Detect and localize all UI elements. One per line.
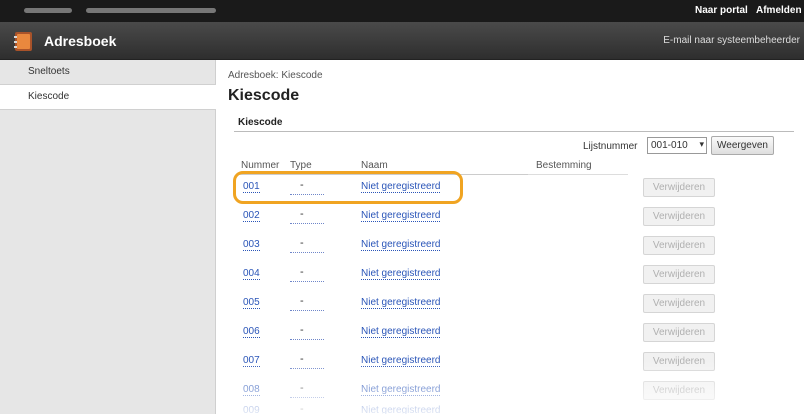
row-type: - [300,208,304,220]
column-header-destination: Bestemming [536,160,592,171]
row-type-underline [290,397,324,398]
breadcrumb: Adresboek: Kiescode [228,70,323,81]
row-type: - [300,237,304,249]
row-type-underline [290,339,324,340]
row-number-link[interactable]: 004 [243,268,260,280]
row-name-link[interactable]: Niet geregistreerd [361,405,440,414]
table-row: 005 - Niet geregistreerd Verwijderen [216,289,804,318]
address-book-icon [14,32,32,51]
row-number-link[interactable]: 006 [243,326,260,338]
sidebar-item-label: Kiescode [28,91,70,102]
highlight-callout [233,171,463,204]
delete-button[interactable]: Verwijderen [643,381,715,400]
portal-link[interactable]: Naar portal [695,5,748,16]
chevron-down-icon: ▾ [699,139,704,149]
row-name-link[interactable]: Niet geregistreerd [361,210,441,222]
list-number-value: 001-010 [651,140,688,151]
list-number-select[interactable]: 001-010 ▾ [647,137,707,154]
row-number-link[interactable]: 009 [243,405,260,414]
delete-button[interactable]: Verwijderen [643,323,715,342]
row-type-underline [290,310,324,311]
delete-button[interactable]: Verwijderen [643,352,715,371]
app-header: Adresboek E-mail naar systeembeheerder [0,22,804,60]
top-bar: Naar portal Afmelden [0,0,804,22]
delete-button[interactable]: Verwijderen [643,207,715,226]
logout-link[interactable]: Afmelden [756,5,802,16]
mail-admin-link[interactable]: E-mail naar systeembeheerder [663,35,800,46]
row-number-link[interactable]: 008 [243,384,260,396]
list-number-label: Lijstnummer [583,141,638,152]
row-number-link[interactable]: 005 [243,297,260,309]
sidebar-item-label: Sneltoets [28,66,70,77]
row-type-underline [290,223,324,224]
row-number-link[interactable]: 002 [243,210,260,222]
sidebar-item-snelltoets[interactable]: Sneltoets [0,60,216,85]
page-title: Kiescode [228,87,300,104]
row-number-link[interactable]: 007 [243,355,260,367]
delete-button[interactable]: Verwijderen [643,265,715,284]
blurred-text [86,8,216,13]
table-row: 004 - Niet geregistreerd Verwijderen [216,260,804,289]
table-row: 007 - Niet geregistreerd Verwijderen [216,347,804,376]
blurred-text [24,8,72,13]
table-row: 002 - Niet geregistreerd Verwijderen [216,202,804,231]
table-row: 003 - Niet geregistreerd Verwijderen [216,231,804,260]
show-button[interactable]: Weergeven [711,136,774,155]
row-name-link[interactable]: Niet geregistreerd [361,268,441,280]
table-row: 009 - Niet geregistreerd [216,402,804,414]
delete-button[interactable]: Verwijderen [643,294,715,313]
row-name-link[interactable]: Niet geregistreerd [361,355,441,367]
delete-button[interactable]: Verwijderen [643,236,715,255]
row-name-link[interactable]: Niet geregistreerd [361,297,441,309]
row-name-link[interactable]: Niet geregistreerd [361,239,441,251]
table-row: 008 - Niet geregistreerd Verwijderen [216,376,804,405]
table-row: 006 - Niet geregistreerd Verwijderen [216,318,804,347]
row-type: - [300,295,304,307]
delete-button[interactable]: Verwijderen [643,178,715,197]
row-type: - [300,353,304,365]
main-content: Adresboek: Kiescode Kiescode Kiescode Li… [216,60,804,414]
row-name-link[interactable]: Niet geregistreerd [361,384,441,396]
row-type-underline [290,281,324,282]
row-type: - [300,382,304,394]
sidebar-item-kiescode[interactable]: Kiescode [0,85,216,110]
row-type: - [300,324,304,336]
row-number-link[interactable]: 003 [243,239,260,251]
row-type-underline [290,368,324,369]
section-header: Kiescode [234,115,794,132]
sidebar: Sneltoets Kiescode [0,60,216,414]
row-name-link[interactable]: Niet geregistreerd [361,326,441,338]
row-type: - [300,266,304,278]
row-type: - [300,403,304,414]
app-title: Adresboek [44,33,117,49]
row-type-underline [290,252,324,253]
